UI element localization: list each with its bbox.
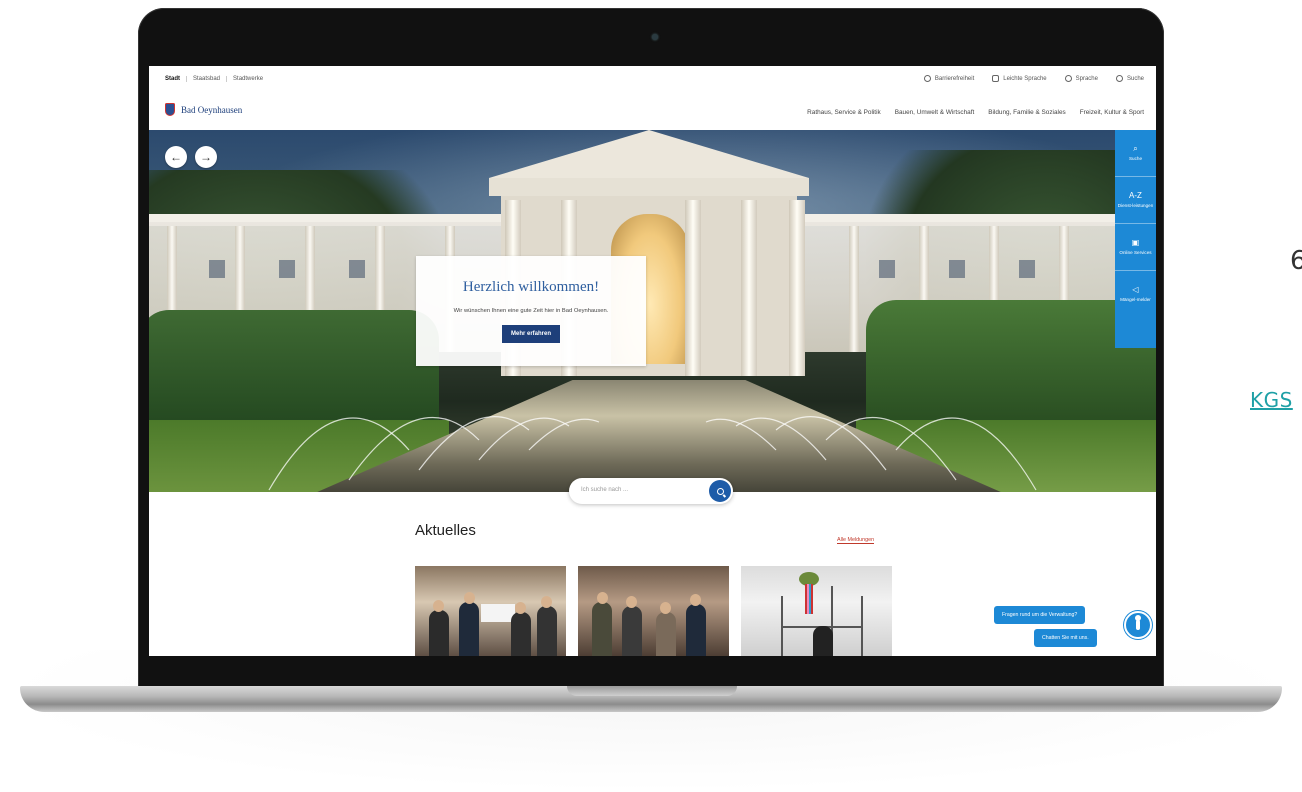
utility-bar: Stadt Staatsbad Stadtwerke Barrierefreih… [149,66,1156,93]
portico-entablature [489,178,809,196]
easy-language-link[interactable]: Leichte Sprache [992,75,1047,82]
person-figure [429,610,449,656]
language-label: Sprache [1075,75,1098,82]
arrow-right-icon: → [200,150,212,164]
cropped-kgs-link[interactable]: KGS [1250,388,1293,412]
person-figure [813,626,833,656]
accessibility-link[interactable]: Barrierefreiheit [923,75,975,82]
person-head [626,596,637,608]
brand-name: Bad Oeynhausen [181,104,243,115]
sidebar-item-report[interactable]: ◁ Mängel-melder [1115,271,1156,317]
webcam [652,34,658,40]
person-head [464,592,475,604]
portal-link-staatsbad[interactable]: Staatsbad [193,76,228,82]
globe-icon [1064,75,1072,82]
person-figure [511,612,531,656]
nav-item-bauen[interactable]: Bauen, Umwelt & Wirtschaft [895,109,975,116]
megaphone-icon: ◁ [1132,285,1139,294]
portal-link-stadtwerke[interactable]: Stadtwerke [233,76,269,82]
hero-slider: ← → Herzlich willkommen! Wir wünschen Ih… [149,130,1156,492]
welcome-text: Wir wünschen Ihnen eine gute Zeit hier i… [453,308,609,314]
person-head [433,600,444,612]
all-news-link[interactable]: Alle Meldungen [837,537,875,544]
city-crest-icon [165,103,175,116]
chat-prompt-bubble[interactable]: Fragen rund um die Verwaltung? [994,606,1086,624]
accessibility-assistant-button[interactable] [1124,611,1152,639]
website-screen: Stadt Staatsbad Stadtwerke Barrierefreih… [149,66,1156,656]
brand-logo[interactable]: Bad Oeynhausen [165,103,242,116]
portico-pediment [489,130,809,178]
person-figure [459,602,479,656]
sidebar-item-label: Online Services [1119,250,1152,255]
utility-links: Barrierefreiheit Leichte Sprache Sprache… [923,75,1144,82]
news-heading: Aktuelles [415,522,476,539]
chat-start-bubble[interactable]: Chatten Sie mit uns. [1034,629,1097,647]
az-icon: A-Z [1129,191,1142,200]
news-card[interactable] [741,566,892,656]
sidebar-item-online-services[interactable]: ▣ Online Services [1115,224,1156,271]
arrow-left-icon: ← [170,150,182,164]
search-icon [1115,75,1123,82]
person-icon [1135,615,1141,630]
easy-language-label: Leichte Sprache [1003,75,1047,82]
sidebar-item-label: Dienst-leistungen [1117,203,1154,208]
learn-more-button[interactable]: Mehr erfahren [501,325,560,343]
sidebar-item-services[interactable]: A-Z Dienst-leistungen [1115,177,1156,224]
fountain-jets [268,416,1037,491]
news-card[interactable] [578,566,729,656]
ribbons [805,584,813,614]
search-submit-button[interactable] [709,480,731,502]
search-link[interactable]: Suche [1115,75,1144,82]
person-head [690,594,701,606]
person-figure [656,612,676,656]
window [1019,260,1035,278]
search-icon: ⌕ [1133,144,1138,153]
search-icon [716,487,724,495]
welcome-card: Herzlich willkommen! Wir wünschen Ihnen … [416,256,646,366]
person-figure [537,606,557,656]
nav-item-rathaus[interactable]: Rathaus, Service & Politik [807,109,881,116]
person-figure [686,604,706,656]
quick-access-sidebar: ⌕ Suche A-Z Dienst-leistungen ▣ Online S… [1115,130,1156,348]
person-figure [622,606,642,656]
welcome-title: Herzlich willkommen! [462,279,600,295]
language-link[interactable]: Sprache [1064,75,1098,82]
person-head [660,602,671,614]
certificate [481,604,515,622]
nav-item-freizeit[interactable]: Freizeit, Kultur & Sport [1080,109,1144,116]
window [279,260,295,278]
person-head [515,602,526,614]
accessibility-label: Barrierefreiheit [934,75,975,82]
sidebar-item-label: Suche [1128,156,1143,161]
window [879,260,895,278]
hero-next-button[interactable]: → [195,146,217,168]
cropped-number-text: 6 [1290,246,1302,276]
accessibility-icon [923,75,931,82]
news-card[interactable] [415,566,566,656]
main-header: Bad Oeynhausen Rathaus, Service & Politi… [149,92,1156,130]
laptop-notch [567,686,737,696]
easy-language-icon [992,75,1000,82]
window [209,260,225,278]
search-input[interactable]: Ich suche nach ... [581,487,628,493]
search-bar: Ich suche nach ... [569,478,733,504]
person-head [541,596,552,608]
search-label: Suche [1126,75,1144,82]
person-figure [592,602,612,656]
sidebar-item-label: Mängel-melder [1120,297,1151,302]
portal-link-stadt[interactable]: Stadt [165,76,187,82]
portal-switcher: Stadt Staatsbad Stadtwerke [165,76,269,82]
hero-prev-button[interactable]: ← [165,146,187,168]
window [949,260,965,278]
main-navigation: Rathaus, Service & Politik Bauen, Umwelt… [807,109,1144,116]
window [349,260,365,278]
nav-item-bildung[interactable]: Bildung, Familie & Soziales [988,109,1065,116]
person-head [597,592,608,604]
sidebar-item-search[interactable]: ⌕ Suche [1115,130,1156,177]
online-services-icon: ▣ [1131,238,1140,247]
